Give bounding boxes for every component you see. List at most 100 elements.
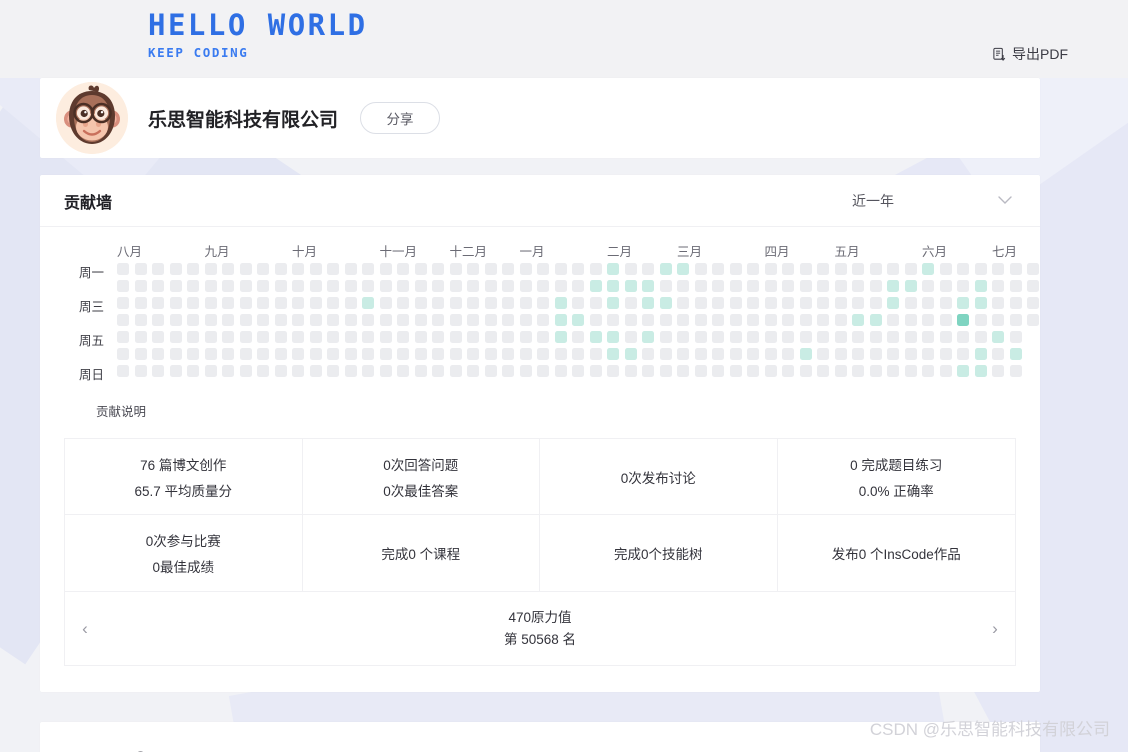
heatmap-cell[interactable] xyxy=(274,365,287,377)
heatmap-cell[interactable] xyxy=(449,263,462,275)
heatmap-cell[interactable] xyxy=(257,263,269,275)
heatmap-cell[interactable] xyxy=(502,348,514,360)
heatmap-cell[interactable] xyxy=(957,280,969,292)
heatmap-cell[interactable] xyxy=(467,263,479,275)
heatmap-cell[interactable] xyxy=(187,348,199,360)
export-pdf-button[interactable]: 导出PDF xyxy=(992,44,1068,64)
heatmap-cell[interactable] xyxy=(799,280,812,292)
heatmap-cell[interactable] xyxy=(887,314,899,326)
heatmap-cell[interactable] xyxy=(204,314,217,326)
heatmap-cell[interactable] xyxy=(659,348,672,360)
heatmap-cell[interactable] xyxy=(782,348,794,360)
heatmap-cell[interactable] xyxy=(432,348,444,360)
heatmap-cell[interactable] xyxy=(659,263,672,275)
heatmap-cell[interactable] xyxy=(117,263,129,275)
heatmap-cell[interactable] xyxy=(729,280,742,292)
heatmap-cell[interactable] xyxy=(747,331,759,343)
heatmap-cell[interactable] xyxy=(642,331,654,343)
heatmap-cell[interactable] xyxy=(712,280,724,292)
heatmap-cell[interactable] xyxy=(169,297,182,309)
heatmap-cell[interactable] xyxy=(957,314,969,326)
heatmap-cell[interactable] xyxy=(449,348,462,360)
heatmap-cell[interactable] xyxy=(747,365,759,377)
heatmap-cell[interactable] xyxy=(572,348,584,360)
heatmap-cell[interactable] xyxy=(327,280,339,292)
heatmap-cell[interactable] xyxy=(712,331,724,343)
heatmap-cell[interactable] xyxy=(764,280,777,292)
heatmap-cell[interactable] xyxy=(204,365,217,377)
heatmap-cell[interactable] xyxy=(222,263,234,275)
heatmap-cell[interactable] xyxy=(834,365,847,377)
heatmap-cell[interactable] xyxy=(572,263,584,275)
heatmap-cell[interactable] xyxy=(152,331,164,343)
heatmap-cell[interactable] xyxy=(134,280,147,292)
heatmap-cell[interactable] xyxy=(992,314,1004,326)
heatmap-cell[interactable] xyxy=(309,331,322,343)
heatmap-cell[interactable] xyxy=(344,348,357,360)
heatmap-cell[interactable] xyxy=(624,331,637,343)
heatmap-cell[interactable] xyxy=(467,331,479,343)
heatmap-cell[interactable] xyxy=(694,365,707,377)
heatmap-cell[interactable] xyxy=(694,263,707,275)
heatmap-cell[interactable] xyxy=(782,331,794,343)
heatmap-cell[interactable] xyxy=(484,263,497,275)
heatmap-cell[interactable] xyxy=(554,297,567,309)
heatmap-cell[interactable] xyxy=(397,365,409,377)
heatmap-cell[interactable] xyxy=(1009,365,1022,377)
heatmap-cell[interactable] xyxy=(747,297,759,309)
heatmap-cell[interactable] xyxy=(642,348,654,360)
heatmap-cell[interactable] xyxy=(607,297,619,309)
heatmap-cell[interactable] xyxy=(974,297,987,309)
heatmap-cell[interactable] xyxy=(694,297,707,309)
heatmap-cell[interactable] xyxy=(467,365,479,377)
heatmap-cell[interactable] xyxy=(1009,348,1022,360)
heatmap-cell[interactable] xyxy=(799,348,812,360)
heatmap-cell[interactable] xyxy=(799,331,812,343)
heatmap-cell[interactable] xyxy=(834,263,847,275)
heatmap-cell[interactable] xyxy=(677,331,689,343)
heatmap-cell[interactable] xyxy=(957,263,969,275)
heatmap-cell[interactable] xyxy=(414,365,427,377)
heatmap-cell[interactable] xyxy=(764,263,777,275)
heatmap-cell[interactable] xyxy=(957,365,969,377)
heatmap-cell[interactable] xyxy=(484,280,497,292)
heatmap-cell[interactable] xyxy=(344,331,357,343)
heatmap-cell[interactable] xyxy=(939,331,952,343)
heatmap-cell[interactable] xyxy=(554,263,567,275)
heatmap-cell[interactable] xyxy=(677,365,689,377)
heatmap-cell[interactable] xyxy=(904,331,917,343)
heatmap-cell[interactable] xyxy=(117,365,129,377)
heatmap-cell[interactable] xyxy=(257,297,269,309)
heatmap-cell[interactable] xyxy=(782,365,794,377)
heatmap-cell[interactable] xyxy=(397,297,409,309)
heatmap-cell[interactable] xyxy=(1009,314,1022,326)
heatmap-cell[interactable] xyxy=(274,280,287,292)
heatmap-cell[interactable] xyxy=(887,297,899,309)
heatmap-cell[interactable] xyxy=(134,263,147,275)
heatmap-cell[interactable] xyxy=(169,314,182,326)
heatmap-cell[interactable] xyxy=(974,365,987,377)
heatmap-cell[interactable] xyxy=(974,314,987,326)
heatmap-cell[interactable] xyxy=(187,297,199,309)
heatmap-cell[interactable] xyxy=(117,348,129,360)
heatmap-cell[interactable] xyxy=(782,263,794,275)
share-button[interactable]: 分享 xyxy=(360,102,441,134)
heatmap-cell[interactable] xyxy=(607,314,619,326)
heatmap-cell[interactable] xyxy=(537,348,549,360)
heatmap-cell[interactable] xyxy=(204,263,217,275)
heatmap-cell[interactable] xyxy=(992,297,1004,309)
heatmap-cell[interactable] xyxy=(834,314,847,326)
heatmap-cell[interactable] xyxy=(327,331,339,343)
heatmap-cell[interactable] xyxy=(414,280,427,292)
heatmap-cell[interactable] xyxy=(554,365,567,377)
heatmap-cell[interactable] xyxy=(939,280,952,292)
heatmap-cell[interactable] xyxy=(379,280,392,292)
heatmap-cell[interactable] xyxy=(817,365,829,377)
heatmap-cell[interactable] xyxy=(887,365,899,377)
heatmap-cell[interactable] xyxy=(344,280,357,292)
heatmap-cell[interactable] xyxy=(922,280,934,292)
heatmap-cell[interactable] xyxy=(449,314,462,326)
heatmap-cell[interactable] xyxy=(817,348,829,360)
heatmap-cell[interactable] xyxy=(764,314,777,326)
heatmap-cell[interactable] xyxy=(624,348,637,360)
